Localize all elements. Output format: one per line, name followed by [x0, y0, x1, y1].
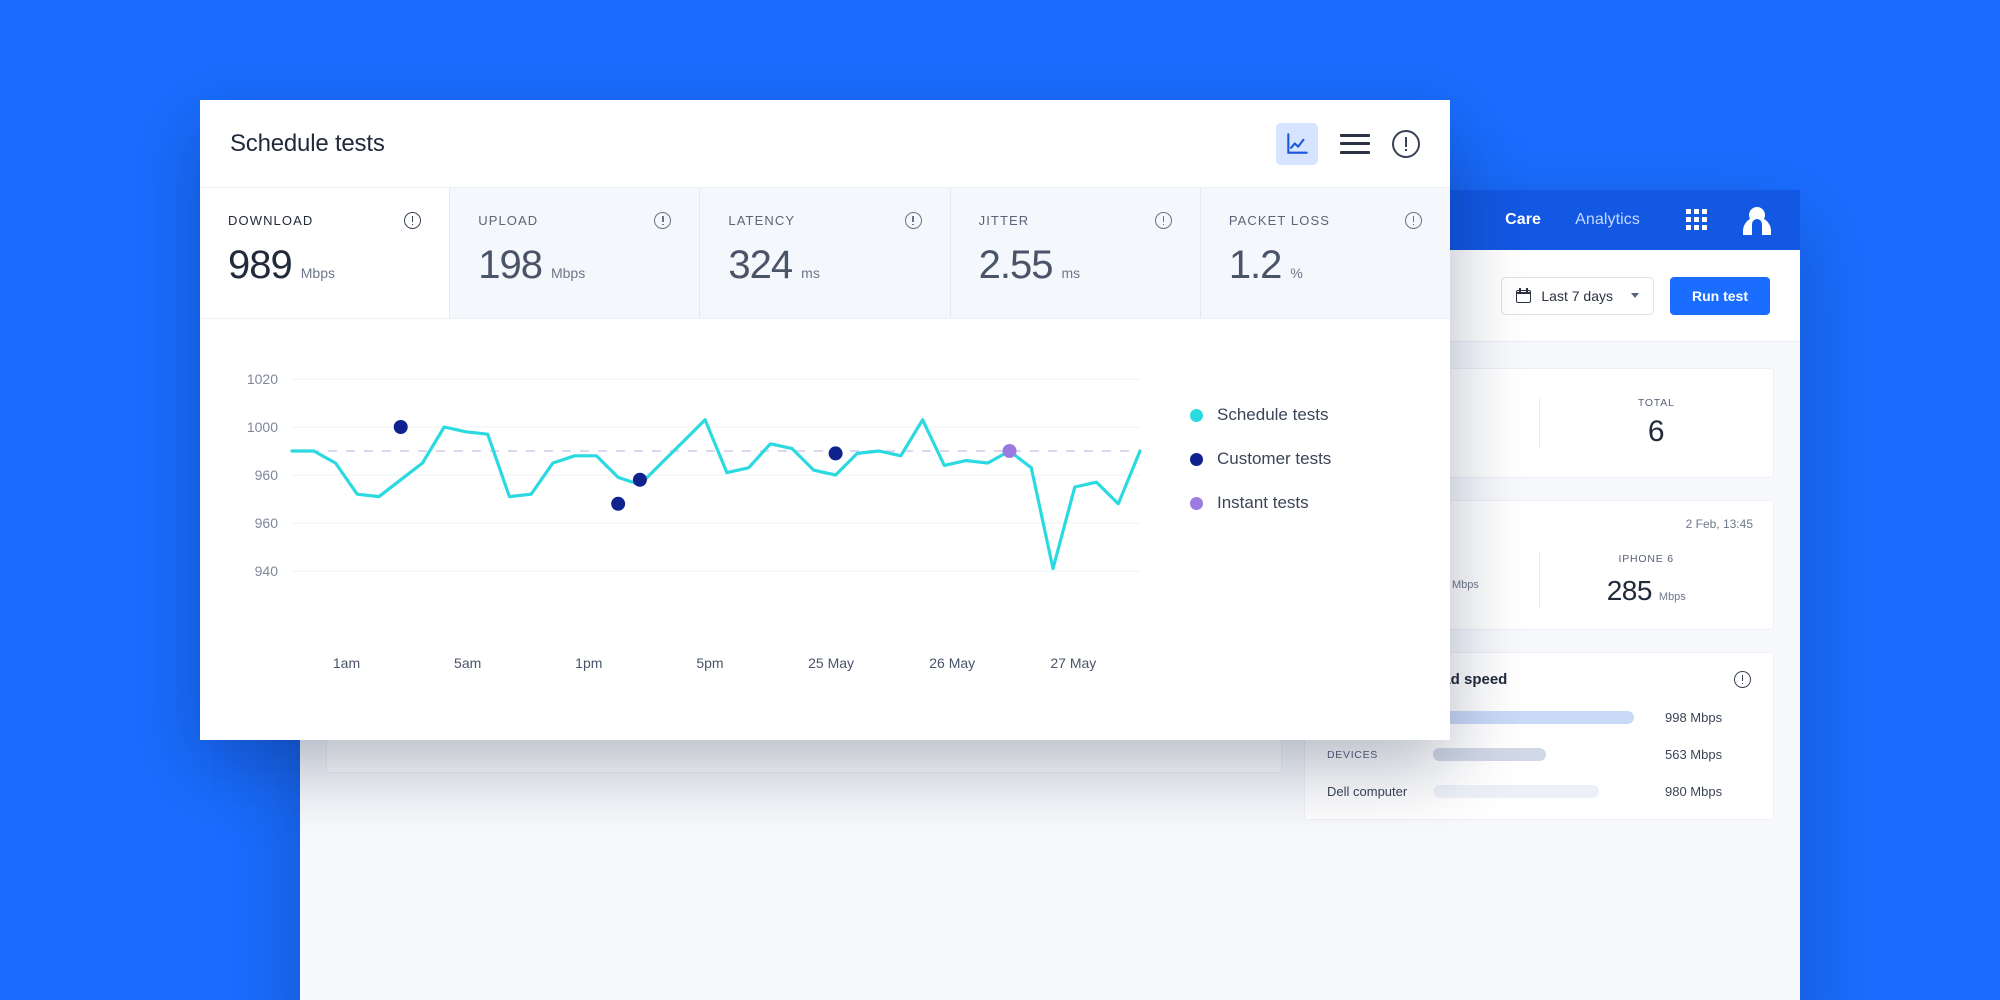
modal-title: Schedule tests [230, 129, 385, 157]
legend-label: Instant tests [1217, 493, 1309, 512]
bar-track [1433, 748, 1651, 761]
legend-color-dot [1190, 452, 1203, 466]
bar-track [1433, 785, 1651, 798]
metric-unit: % [1290, 265, 1303, 281]
chart-icon[interactable] [1276, 122, 1318, 165]
info-icon[interactable] [404, 212, 422, 229]
bar-row-dell-computer: Dell computer 980 Mbps [1327, 784, 1751, 799]
chart-y-tick-label: 1020 [246, 371, 278, 387]
metric-label: DOWNLOAD [228, 213, 314, 228]
nav-link-analytics[interactable]: Analytics [1575, 211, 1640, 229]
legend-color-dot [1190, 408, 1203, 422]
metric-unit: Mbps [300, 265, 335, 281]
info-icon[interactable] [1392, 129, 1420, 158]
chart-x-tick-label: 1am [332, 655, 361, 671]
legend-color-dot [1190, 496, 1203, 510]
metric-latency: LATENCY 324 ms [700, 188, 951, 318]
metric-label: PACKET LOSS [1228, 213, 1331, 228]
chart-x-tick-label: 1pm [575, 655, 603, 671]
device-unit: Mbps [1451, 579, 1479, 591]
metric-value: 1.2 [1228, 243, 1283, 287]
metric-label: UPLOAD [478, 213, 539, 228]
bar-value: 980 Mbps [1665, 784, 1723, 799]
metric-value: 324 [728, 243, 793, 287]
metric-unit: ms [1061, 265, 1081, 281]
line-chart: 1020 1000 960 960 940 1am 5am 1pm 5pm 25 May 26 Ma… [230, 347, 1150, 671]
info-icon[interactable] [1405, 212, 1423, 229]
device-unit: Mbps [1658, 591, 1686, 603]
bar-label: DEVICES [1327, 748, 1378, 761]
chevron-down-icon [1631, 293, 1639, 298]
device-value: 285 [1606, 575, 1653, 606]
bar-fill [1433, 748, 1547, 761]
calendar-icon [1516, 288, 1532, 303]
bar-track [1433, 711, 1651, 724]
chart-y-tick-label: 940 [254, 563, 278, 579]
chart-x-tick-label: 25 May [808, 655, 855, 671]
device-item: IPHONE 6 285 Mbps [1538, 553, 1754, 607]
chart-svg [290, 378, 1142, 572]
modal-header-icons [1276, 122, 1420, 165]
info-icon[interactable] [1734, 671, 1751, 688]
metric-unit: ms [801, 265, 820, 281]
modal-metrics-row: DOWNLOAD 989 Mbps UPLOAD 198 Mbps LATENC… [200, 188, 1450, 319]
metric-value: 989 [228, 243, 293, 287]
metric-download: DOWNLOAD 989 Mbps [200, 188, 451, 318]
chart-x-tick-label: 27 May [1050, 655, 1097, 671]
apps-grid-icon[interactable] [1686, 209, 1708, 231]
modal-header: Schedule tests [200, 100, 1450, 188]
date-range-value: Last 7 days [1541, 287, 1613, 304]
chart-y-tick-label: 960 [254, 467, 278, 483]
metric-value: 198 [478, 243, 543, 287]
user-avatar-icon[interactable] [1742, 205, 1772, 235]
total-segment: TOTAL 6 [1538, 397, 1774, 449]
bar-row-devices: DEVICES 563 Mbps [1327, 747, 1751, 762]
chart-x-tick-label: 5am [454, 655, 482, 671]
list-icon[interactable] [1340, 133, 1370, 154]
modal-chart-area: 1020 1000 960 960 940 1am 5am 1pm 5pm 25 May 26 Ma… [200, 319, 1450, 671]
legend-item-schedule-tests[interactable]: Schedule tests [1190, 405, 1331, 425]
legend-item-instant-tests[interactable]: Instant tests [1190, 493, 1331, 513]
chart-y-tick-label: 960 [254, 515, 278, 531]
device-speed: 285 Mbps [1607, 575, 1686, 607]
bar-fill [1433, 711, 1634, 724]
legend-item-customer-tests[interactable]: Customer tests [1190, 449, 1331, 469]
bar-value: 998 Mbps [1665, 710, 1723, 725]
metric-label: JITTER [978, 213, 1030, 228]
nav-link-care[interactable]: Care [1505, 211, 1541, 229]
legend-label: Customer tests [1217, 449, 1332, 468]
schedule-tests-modal: Schedule tests DOWNLOAD 989 Mbps UPLOAD … [200, 100, 1450, 740]
chart-y-tick-label: 1000 [246, 419, 278, 435]
chart-x-tick-label: 26 May [929, 655, 976, 671]
chart-x-tick-label: 5pm [696, 655, 724, 671]
metric-upload: UPLOAD 198 Mbps [450, 188, 701, 318]
info-icon[interactable] [1154, 212, 1172, 229]
metric-jitter: JITTER 2.55 ms [950, 188, 1201, 318]
run-test-button[interactable]: Run test [1670, 276, 1770, 315]
total-value: 6 [1647, 415, 1665, 448]
chart-legend: Schedule tests Customer tests Instant te… [1190, 347, 1331, 637]
device-name: IPHONE 6 [1618, 553, 1674, 565]
total-label: TOTAL [1637, 397, 1675, 409]
metric-label: LATENCY [728, 213, 796, 228]
date-range-dropdown[interactable]: Last 7 days [1501, 276, 1654, 315]
bar-label: Dell computer [1327, 784, 1408, 799]
metric-value: 2.55 [978, 243, 1054, 287]
info-icon[interactable] [654, 212, 672, 229]
metric-unit: Mbps [550, 265, 586, 281]
info-icon[interactable] [904, 212, 922, 229]
bar-fill [1433, 785, 1599, 798]
bar-value: 563 Mbps [1665, 747, 1723, 762]
metric-packet-loss: PACKET LOSS 1.2 % [1200, 188, 1450, 318]
legend-label: Schedule tests [1217, 405, 1329, 424]
